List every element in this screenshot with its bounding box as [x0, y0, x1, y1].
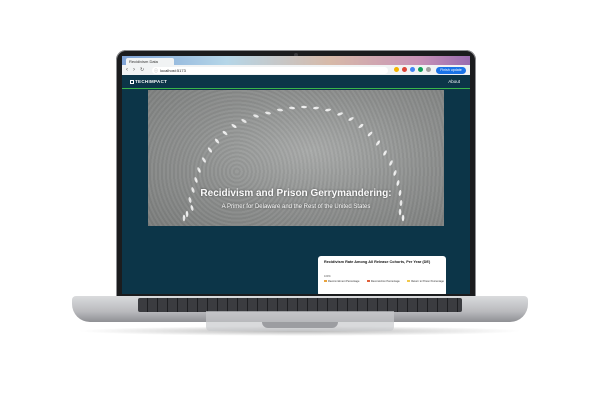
extension-icon[interactable]: [410, 67, 415, 72]
y-axis-tick: 100%: [324, 275, 331, 278]
laptop-trackpad: [206, 311, 394, 331]
legend-item[interactable]: Return to Prison Percentage: [407, 280, 444, 283]
chart-title: Recidivism Rate Among All Release Cohort…: [324, 260, 431, 264]
address-bar[interactable]: ⓘ localhost:5173: [152, 66, 388, 74]
site-info-icon[interactable]: ⓘ: [154, 67, 158, 74]
legend-item[interactable]: Recommitment Percentage: [324, 280, 359, 283]
chart-legend: Recommitment Percentage Reconviction Per…: [324, 269, 447, 287]
browser-tab[interactable]: Recidivism Data: [126, 58, 174, 65]
back-icon[interactable]: ‹: [126, 66, 128, 74]
hero-banner: Recidivism and Prison Gerrymandering: A …: [148, 90, 444, 226]
legend-swatch: [407, 280, 411, 282]
logo-icon: [130, 79, 134, 84]
nav-about-link[interactable]: About: [448, 79, 460, 84]
legend-swatch: [324, 280, 327, 282]
hero-title: Recidivism and Prison Gerrymandering:: [200, 188, 392, 199]
url-text: localhost:5173: [160, 67, 186, 73]
legend-label: Return to Prison Percentage: [411, 280, 444, 283]
logo-text: TECHIMPACT: [135, 79, 168, 84]
footprints-decoration: [182, 105, 405, 222]
extension-icon[interactable]: [418, 67, 423, 72]
legend-label: Recommitment Percentage: [328, 280, 360, 283]
update-button[interactable]: Finish update: [436, 66, 466, 74]
reload-icon[interactable]: ↻: [140, 66, 144, 74]
forward-icon[interactable]: ›: [133, 66, 135, 74]
extension-icon[interactable]: [402, 67, 407, 72]
legend-item[interactable]: Reconviction Percentage: [366, 280, 400, 283]
legend-label: Reconviction Percentage: [370, 280, 400, 283]
browser-tab-bar: Recidivism Data: [122, 56, 470, 65]
chart-card: Recidivism Rate Among All Release Cohort…: [318, 256, 446, 294]
browser-toolbar: ‹ › ↻ ⓘ localhost:5173 Finish update: [122, 65, 470, 75]
site-header: TECHIMPACT About: [122, 75, 470, 89]
site-logo[interactable]: TECHIMPACT: [130, 79, 167, 84]
laptop-notch: [262, 322, 338, 328]
laptop-keyboard: [138, 298, 462, 312]
hero-subtitle: A Primer for Delaware and the Rest of th…: [221, 204, 371, 210]
legend-swatch: [366, 280, 370, 282]
laptop-screen: Recidivism Data ‹ › ↻ ⓘ localhost:5173 F…: [122, 56, 470, 294]
profile-icon[interactable]: [426, 67, 431, 72]
extension-icon[interactable]: [394, 67, 399, 72]
